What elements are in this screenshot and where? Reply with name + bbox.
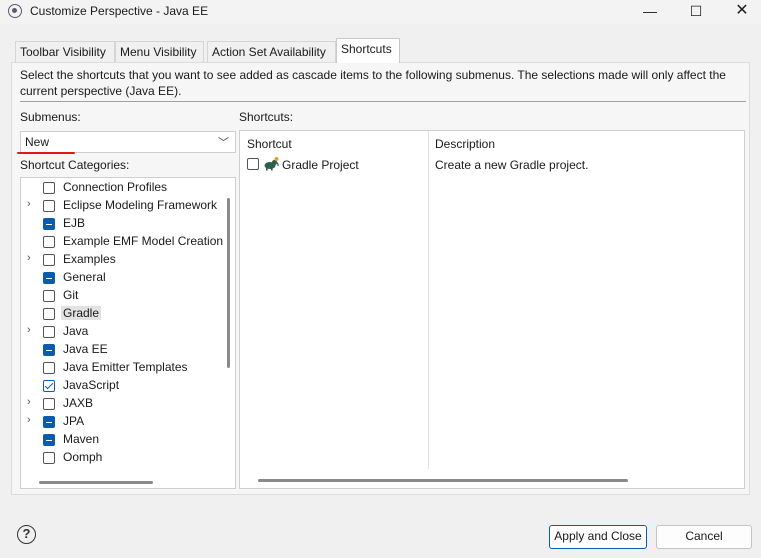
chevron-right-icon[interactable]: › xyxy=(27,324,31,336)
instructions-text: Select the shortcuts that you want to se… xyxy=(20,68,726,98)
minimize-button[interactable]: — xyxy=(627,0,673,24)
title-bar: Customize Perspective - Java EE — ☐ ✕ xyxy=(0,0,761,24)
window-title: Customize Perspective - Java EE xyxy=(30,4,209,18)
tree-item-label: JavaScript xyxy=(63,378,120,392)
tree-item-checkbox[interactable] xyxy=(43,398,55,410)
tree-item-label: JPA xyxy=(63,414,85,428)
maximize-button[interactable]: ☐ xyxy=(673,0,719,24)
tree-item[interactable]: JavaScript xyxy=(21,377,221,395)
chevron-right-icon[interactable]: › xyxy=(27,252,31,264)
shortcut-categories-label: Shortcut Categories: xyxy=(20,158,130,172)
tree-item[interactable]: Git xyxy=(21,287,221,305)
tab-menu-visibility[interactable]: Menu Visibility xyxy=(115,41,204,62)
shortcuts-label: Shortcuts: xyxy=(239,110,294,124)
chevron-right-icon[interactable]: › xyxy=(27,414,31,426)
separator xyxy=(20,101,746,102)
column-divider xyxy=(428,131,429,469)
tree-item[interactable]: › Examples xyxy=(21,251,221,269)
shortcuts-table[interactable]: Shortcut Description Gradle Project Crea… xyxy=(239,130,745,489)
tree-item[interactable]: Java EE xyxy=(21,341,221,359)
tab-shortcuts[interactable]: Shortcuts xyxy=(336,38,400,63)
eclipse-app-icon xyxy=(8,4,22,18)
tree-item-checkbox[interactable] xyxy=(43,326,55,338)
tree-item[interactable]: Gradle xyxy=(21,305,221,323)
tree-item-label: Maven xyxy=(63,432,100,446)
table-horizontal-scrollbar[interactable] xyxy=(258,479,628,482)
tree-item-label: Eclipse Modeling Framework xyxy=(63,198,218,212)
tree-item-checkbox[interactable] xyxy=(43,308,55,320)
submenu-dropdown[interactable]: New ﹀ xyxy=(20,131,236,153)
tree-item-label: Oomph xyxy=(63,450,103,464)
tree-item-label: Java xyxy=(63,324,89,338)
tree-item[interactable]: Oomph xyxy=(21,449,221,467)
column-header-shortcut[interactable]: Shortcut xyxy=(247,137,292,151)
tree-horizontal-scrollbar[interactable] xyxy=(39,481,153,484)
tree-item-checkbox[interactable] xyxy=(43,254,55,266)
tree-item-checkbox[interactable] xyxy=(43,416,55,428)
tree-item[interactable]: Maven xyxy=(21,431,221,449)
tree-item-label: General xyxy=(63,270,106,284)
help-icon[interactable]: ? xyxy=(17,525,36,544)
tree-item-label: EJB xyxy=(63,216,86,230)
cancel-button[interactable]: Cancel xyxy=(656,525,752,549)
tree-item-label: Connection Profiles xyxy=(63,180,168,194)
tree-item-checkbox[interactable] xyxy=(43,290,55,302)
shortcut-categories-tree[interactable]: Connection Profiles › Eclipse Modeling Fra… xyxy=(20,177,236,489)
tab-toolbar-visibility[interactable]: Toolbar Visibility xyxy=(15,41,115,62)
tree-item-checkbox[interactable] xyxy=(43,452,55,464)
tree-item-checkbox[interactable] xyxy=(43,236,55,248)
tree-item[interactable]: › Eclipse Modeling Framework xyxy=(21,197,221,215)
tree-item-checkbox[interactable] xyxy=(43,182,55,194)
tree-item[interactable]: EJB xyxy=(21,215,221,233)
tree-item-label: Java EE xyxy=(63,342,108,356)
tree-item[interactable]: › JPA xyxy=(21,413,221,431)
chevron-right-icon[interactable]: › xyxy=(27,396,31,408)
shortcut-name[interactable]: Gradle Project xyxy=(282,158,359,172)
tree-item[interactable]: Java Emitter Templates xyxy=(21,359,221,377)
tree-item[interactable]: General xyxy=(21,269,221,287)
shortcut-row-checkbox[interactable] xyxy=(247,158,259,170)
tree-item-label: Gradle xyxy=(61,306,102,320)
chevron-right-icon[interactable]: › xyxy=(27,198,31,210)
chevron-down-icon: ﹀ xyxy=(218,137,229,149)
tree-item-checkbox[interactable] xyxy=(43,434,55,446)
tree-item[interactable]: › Java xyxy=(21,323,221,341)
tree-item-checkbox[interactable] xyxy=(43,200,55,212)
tree-item-label: Git xyxy=(63,288,79,302)
apply-and-close-button[interactable]: Apply and Close xyxy=(549,525,647,549)
tree-item-label: Java Emitter Templates xyxy=(63,360,188,374)
tree-item-label: JAXB xyxy=(63,396,94,410)
tree-vertical-scrollbar[interactable] xyxy=(227,198,230,368)
tree-item-label: Examples xyxy=(63,252,116,266)
tree-item-checkbox[interactable] xyxy=(43,362,55,374)
shortcut-description: Create a new Gradle project. xyxy=(435,158,589,172)
gradle-elephant-icon xyxy=(264,157,279,171)
column-header-description[interactable]: Description xyxy=(435,137,495,151)
tree-item-checkbox[interactable] xyxy=(43,218,55,230)
submenus-label: Submenus: xyxy=(20,110,81,124)
tab-action-set-availability[interactable]: Action Set Availability xyxy=(207,41,336,62)
tree-item-checkbox[interactable] xyxy=(43,380,55,392)
tree-item-label: Example EMF Model Creation xyxy=(63,234,224,248)
tree-item[interactable]: Connection Profiles xyxy=(21,179,221,197)
tree-item-checkbox[interactable] xyxy=(43,272,55,284)
tree-item[interactable]: Example EMF Model Creation xyxy=(21,233,223,251)
tree-item[interactable]: › JAXB xyxy=(21,395,221,413)
tree-item-checkbox[interactable] xyxy=(43,344,55,356)
submenu-selected-value: New xyxy=(25,135,50,149)
close-button[interactable]: ✕ xyxy=(719,0,761,24)
red-annotation-underline xyxy=(17,152,75,154)
